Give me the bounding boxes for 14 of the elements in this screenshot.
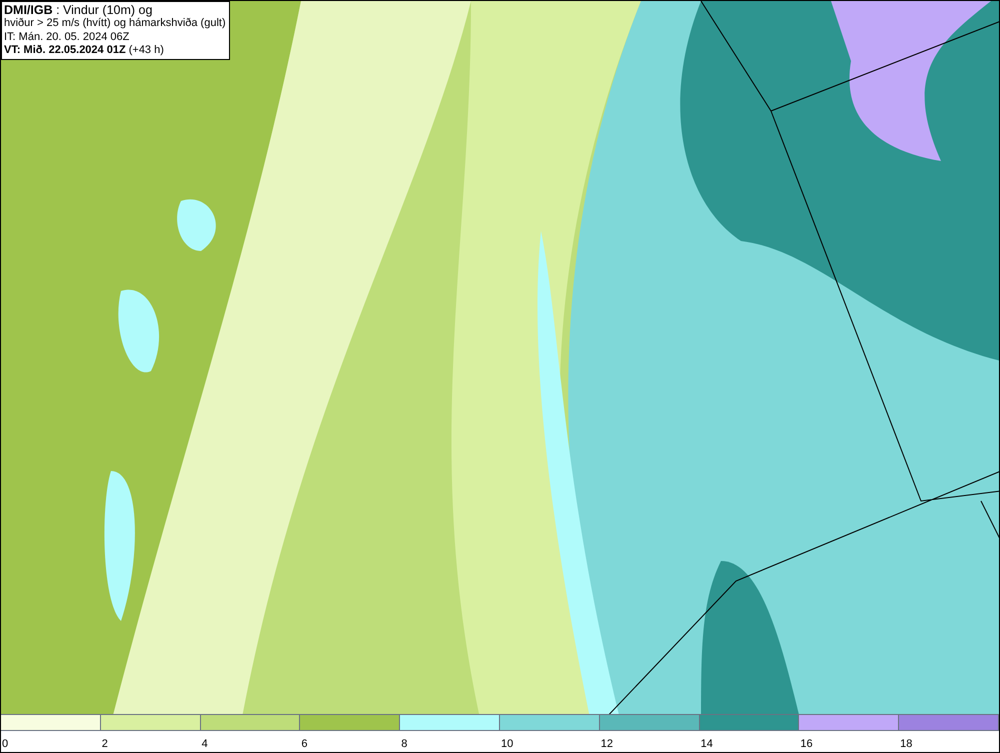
legend-label: 6 [300,738,308,750]
caption-line: hviður > 25 m/s (hvítt) og hámarkshviða (gult) [4,17,227,30]
legend-label: 14 [700,738,713,750]
legend-label: 0 [1,738,8,750]
legend-label: 8 [400,738,408,750]
legend-label: 10 [500,738,514,750]
legend-label: 18 [899,738,912,750]
caption-line: VT: Mið. 22.05.2024 01Z (+43 h) [4,44,165,58]
legend-label: 16 [799,738,813,750]
legend-label: 12 [600,738,614,750]
caption-line: DMI/IGB : Vindur (10m) og [4,3,154,17]
legend-label: 4 [200,738,208,750]
caption-line: IT: Mán. 20. 05. 2024 06Z [4,30,130,44]
legend-label: 2 [100,738,108,750]
